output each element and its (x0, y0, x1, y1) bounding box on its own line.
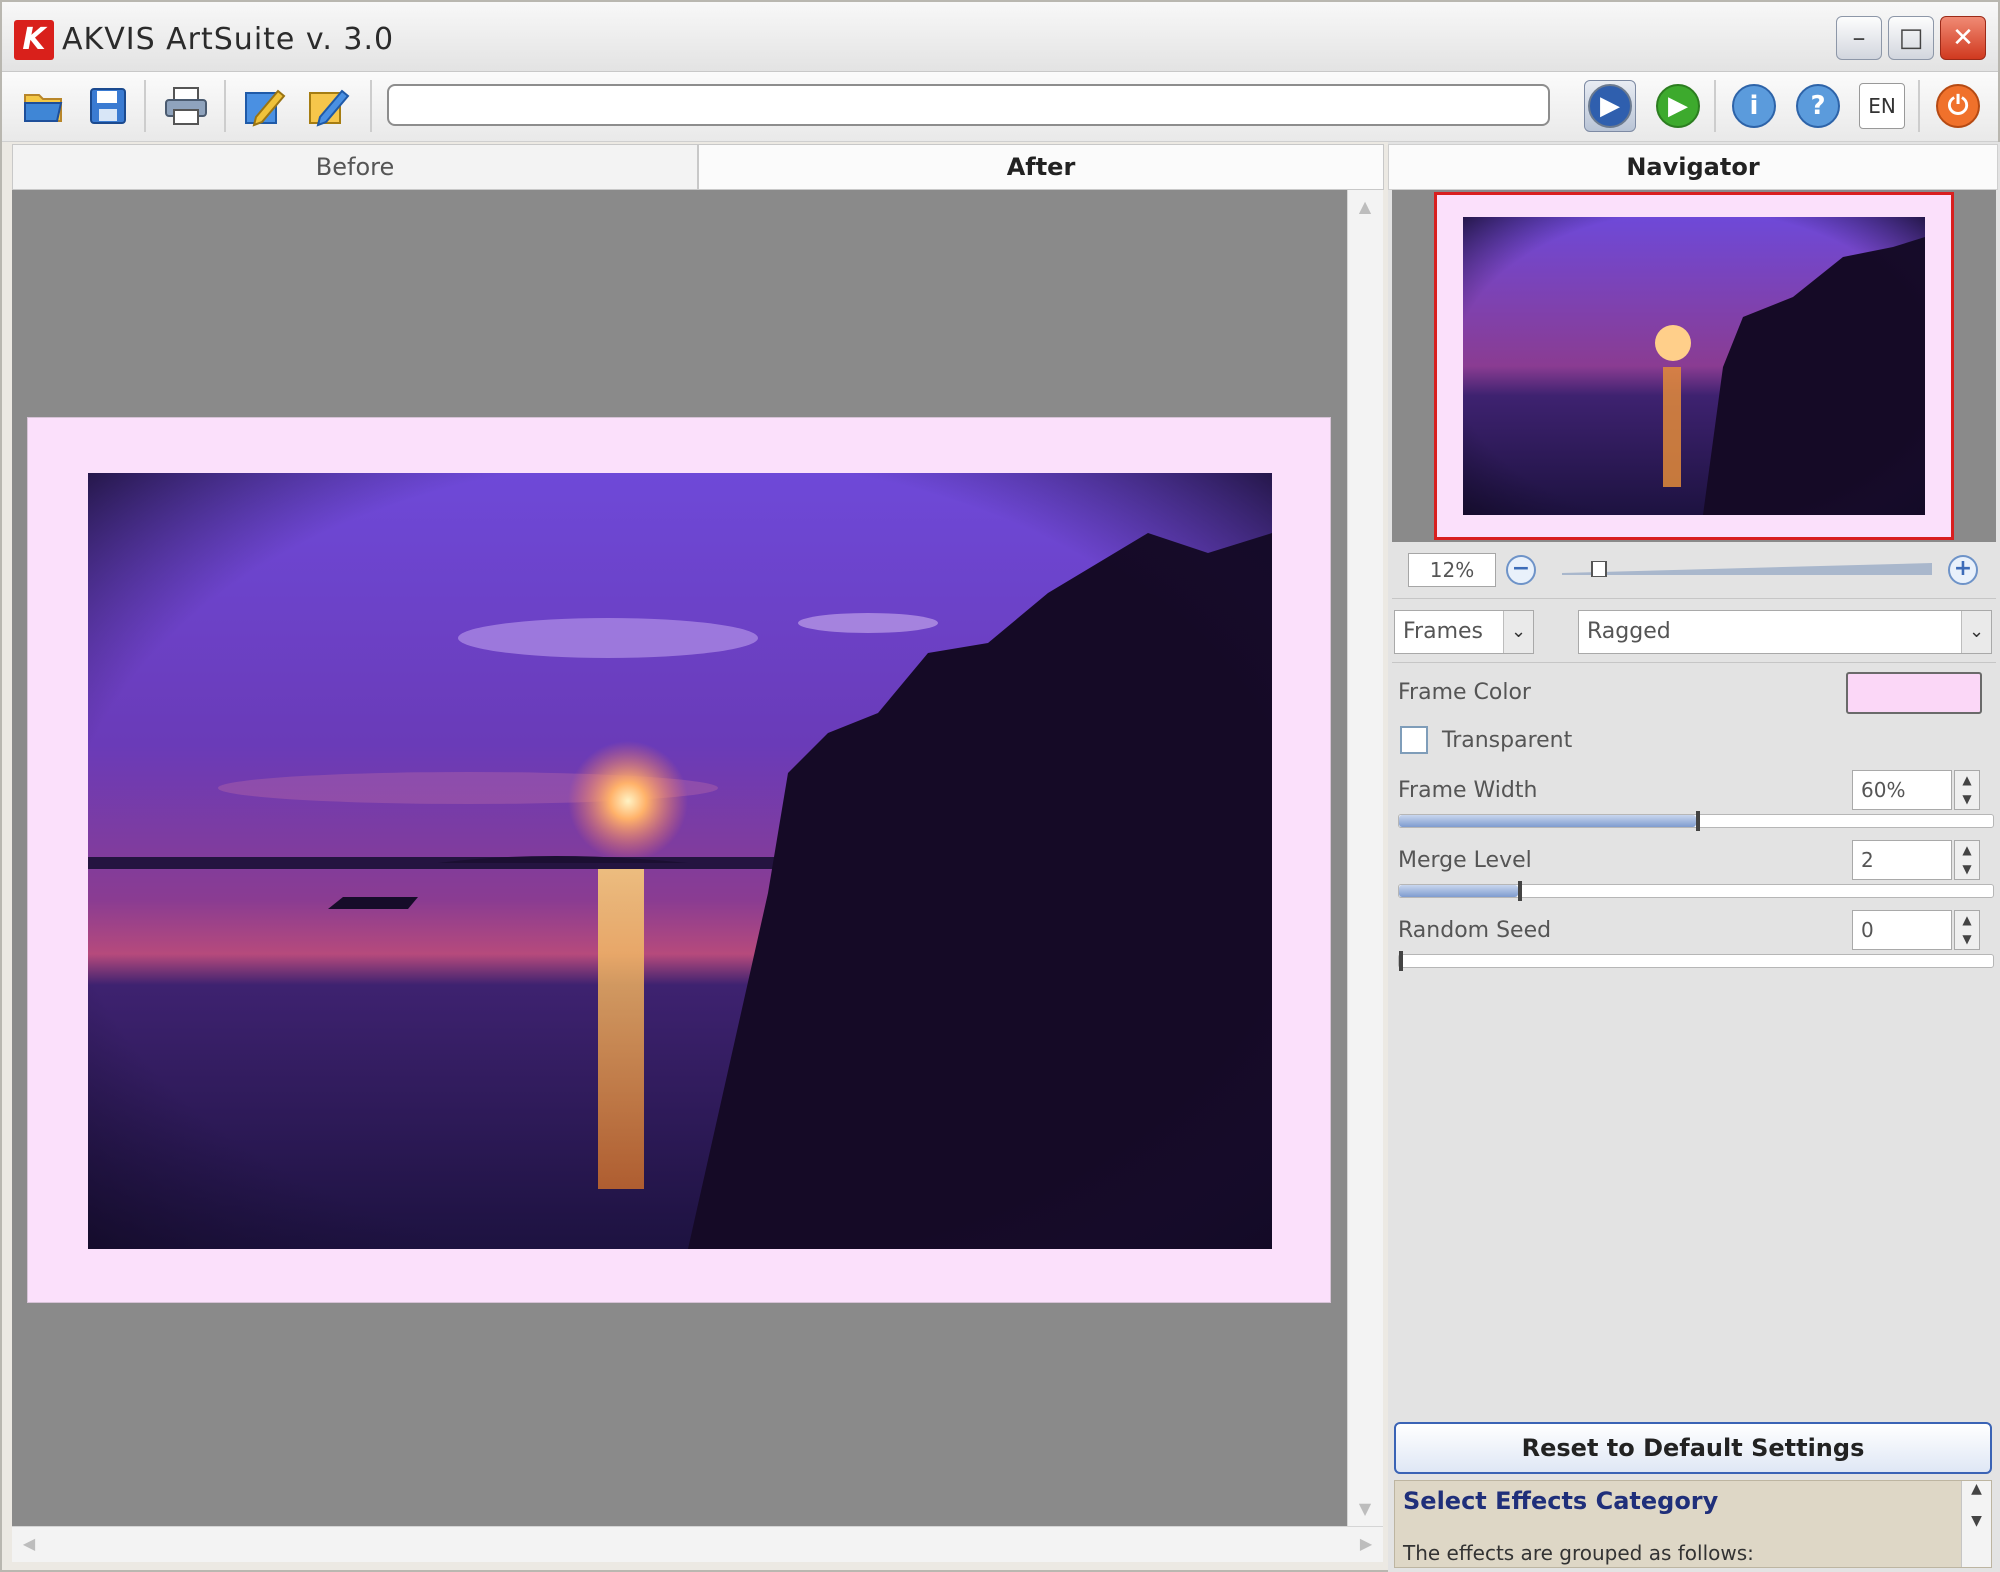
open-file-button[interactable] (18, 80, 70, 132)
power-button[interactable]: ⏻ (1932, 80, 1984, 132)
toolbar-separator (144, 80, 146, 132)
tab-before[interactable]: Before (12, 144, 698, 190)
merge-level-slider-handle[interactable] (1517, 881, 1522, 901)
divider (1392, 598, 1996, 599)
merge-level-input[interactable]: 2 (1852, 840, 1952, 880)
effect-dropdown[interactable]: Ragged ⌄ (1578, 610, 1992, 654)
run-processing-button[interactable]: ▶ (1652, 80, 1704, 132)
power-icon: ⏻ (1936, 84, 1980, 128)
help-text: The effects are grouped as follows: (1403, 1541, 1754, 1565)
progress-bar (387, 84, 1550, 126)
navigator-preview[interactable] (1392, 190, 1996, 542)
edit-pencil-button[interactable] (238, 80, 290, 132)
help-panel: Select Effects Category The effects are … (1394, 1480, 1992, 1568)
zoom-slider[interactable] (1562, 561, 1932, 577)
sunset-photo (88, 473, 1272, 1249)
maximize-button[interactable]: □ (1888, 16, 1934, 60)
merge-level-spinner[interactable]: ▲ ▼ (1954, 840, 1980, 880)
frame-width-spinner[interactable]: ▲ ▼ (1954, 770, 1980, 810)
navigator-thumbnail (1463, 217, 1925, 515)
scroll-right-arrow-icon[interactable]: ▶ (1349, 1527, 1383, 1561)
language-button[interactable]: EN (1856, 80, 1908, 132)
help-title: Select Effects Category (1403, 1487, 1719, 1515)
vertical-scrollbar[interactable]: ▲ ▼ (1347, 190, 1383, 1526)
transparent-label: Transparent (1442, 728, 1573, 753)
zoom-out-icon[interactable]: − (1506, 555, 1536, 585)
random-seed-slider-handle[interactable] (1399, 951, 1403, 971)
merge-level-slider-fill (1399, 885, 1518, 897)
frame-width-slider-handle[interactable] (1696, 811, 1700, 831)
app-window: K AKVIS ArtSuite v. 3.0 – □ ✕ ▶ ▶ i ? EN… (0, 0, 2000, 1572)
random-seed-spinner[interactable]: ▲ ▼ (1954, 910, 1980, 950)
zoom-controls: 12% − + (1392, 545, 1996, 595)
run-preview-button[interactable]: ▶ (1584, 80, 1636, 132)
category-dropdown[interactable]: Frames ⌄ (1394, 610, 1534, 654)
zoom-value[interactable]: 12% (1408, 553, 1496, 587)
navigator-title: Navigator (1388, 144, 1998, 190)
about-button[interactable]: i (1728, 80, 1780, 132)
chevron-down-icon: ⌄ (1503, 611, 1533, 653)
merge-level-label: Merge Level (1398, 848, 1532, 873)
pencil-brush-icon (309, 89, 350, 127)
frame-color-swatch[interactable] (1846, 672, 1982, 714)
frame-width-slider-fill (1399, 815, 1696, 827)
frame-width-slider[interactable] (1398, 811, 1994, 831)
reset-defaults-button[interactable]: Reset to Default Settings (1394, 1422, 1992, 1474)
scroll-up-arrow-icon[interactable]: ▲ (1348, 190, 1382, 224)
divider (1392, 662, 1996, 663)
tab-after[interactable]: After (698, 144, 1384, 190)
open-folder-icon (24, 94, 63, 122)
settings-panel: Navigator 12% − + Frames ⌄ Ragged ⌄ Fram… (1388, 142, 2000, 1572)
toolbar-separator (1714, 80, 1716, 132)
akvis-logo-icon: K (14, 20, 54, 60)
help-scrollbar[interactable]: ▲ ▼ (1961, 1481, 1991, 1567)
toolbar-separator (224, 80, 226, 132)
frame-color-label: Frame Color (1398, 680, 1531, 705)
help-question-icon: ? (1796, 84, 1840, 128)
toolbar-separator (370, 80, 372, 132)
frame-width-input[interactable]: 60% (1852, 770, 1952, 810)
toolbar-separator (1918, 80, 1920, 132)
random-seed-input[interactable]: 0 (1852, 910, 1952, 950)
minimize-button[interactable]: – (1836, 16, 1882, 60)
zoom-in-icon[interactable]: + (1948, 555, 1978, 585)
save-disk-icon (90, 88, 126, 124)
save-file-button[interactable] (82, 80, 134, 132)
info-icon: i (1732, 84, 1776, 128)
scroll-down-arrow-icon[interactable]: ▼ (1348, 1492, 1382, 1526)
language-label: EN (1859, 83, 1905, 129)
print-button[interactable] (160, 80, 212, 132)
effect-value: Ragged (1587, 619, 1671, 644)
pencil-edit-icon (245, 89, 286, 127)
window-title: AKVIS ArtSuite v. 3.0 (62, 22, 395, 57)
printer-icon (165, 87, 207, 125)
play-blue-icon: ▶ (1588, 84, 1632, 128)
category-value: Frames (1403, 619, 1484, 644)
toolbar: ▶ ▶ i ? EN ⏻ (2, 72, 1998, 142)
close-button[interactable]: ✕ (1940, 16, 1986, 60)
horizontal-scrollbar[interactable]: ◀ ▶ (12, 1526, 1383, 1562)
edit-brush-button[interactable] (302, 80, 354, 132)
title-bar: K AKVIS ArtSuite v. 3.0 – □ ✕ (2, 2, 1998, 72)
frame-width-label: Frame Width (1398, 778, 1538, 803)
navigator-view-frame[interactable] (1434, 192, 1954, 540)
random-seed-label: Random Seed (1398, 918, 1552, 943)
help-button[interactable]: ? (1792, 80, 1844, 132)
framed-image (27, 417, 1331, 1303)
random-seed-slider[interactable] (1398, 951, 1994, 971)
scroll-left-arrow-icon[interactable]: ◀ (12, 1527, 46, 1561)
chevron-down-icon: ⌄ (1961, 611, 1991, 653)
merge-level-slider[interactable] (1398, 881, 1994, 901)
play-green-icon: ▶ (1656, 84, 1700, 128)
transparent-checkbox[interactable] (1400, 726, 1428, 754)
image-canvas[interactable] (12, 190, 1347, 1526)
view-tabs: Before After (12, 144, 1384, 190)
